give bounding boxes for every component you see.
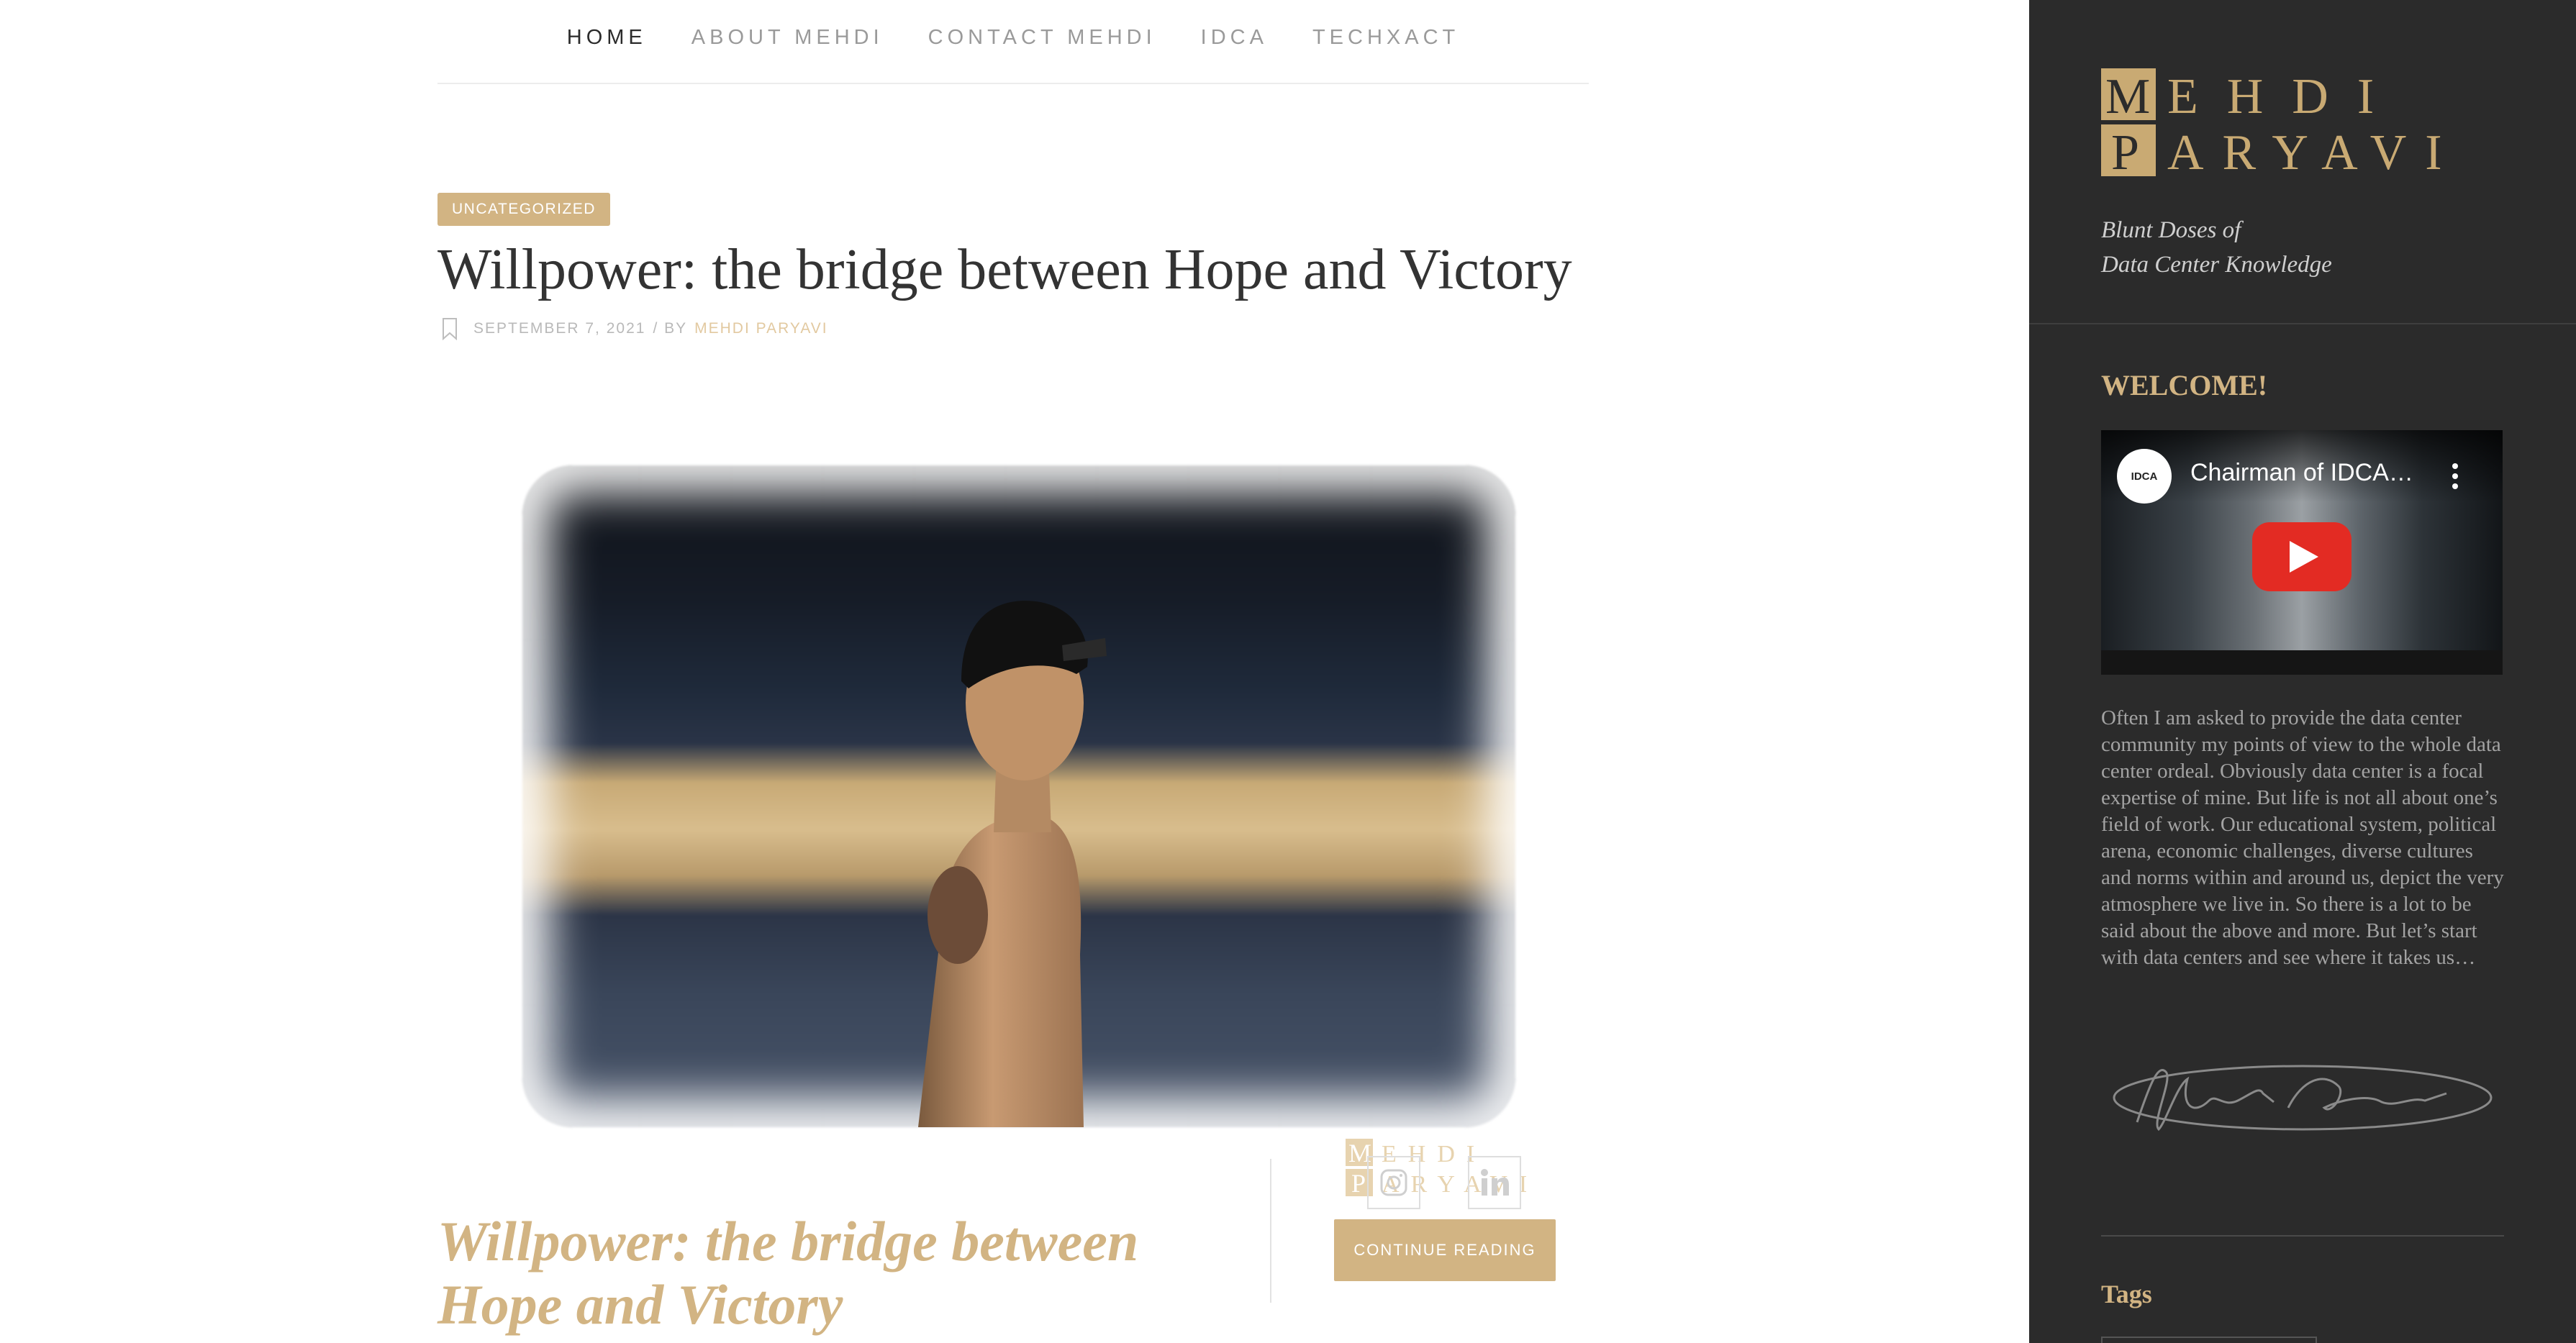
tags-heading: Tags — [2101, 1280, 2152, 1308]
tagline-line-2: Data Center Knowledge — [2101, 252, 2332, 278]
youtube-video-embed[interactable]: IDCA Chairman of IDCA… — [2101, 430, 2503, 675]
post-author-link[interactable]: MEHDI PARYAVI — [694, 320, 827, 337]
sidebar: M P EHDI ARYAVI Blunt Doses of Data Cent… — [2029, 0, 2576, 1343]
svg-text:EHDI: EHDI — [2167, 69, 2403, 124]
more-options-icon[interactable] — [2452, 462, 2458, 491]
post-meta: SEPTEMBER 7, 2021 / BY MEHDI PARYAVI — [442, 317, 828, 340]
svg-text:P: P — [1351, 1169, 1366, 1198]
swimmer-figure — [918, 601, 1107, 1127]
sidebar-divider-2 — [2101, 1235, 2504, 1237]
post-title[interactable]: Willpower: the bridge between Hope and V… — [437, 237, 1572, 303]
nav-item-idca[interactable]: IDCA — [1201, 26, 1268, 50]
site-tagline: Blunt Doses of Data Center Knowledge — [2101, 213, 2332, 282]
top-nav: HOME ABOUT MEHDI CONTACT MEHDI IDCA TECH… — [437, 0, 1589, 84]
site-logo[interactable]: M P EHDI ARYAVI — [2101, 68, 2504, 181]
tag-cloud-box — [2101, 1337, 2317, 1343]
post-date: SEPTEMBER 7, 2021 — [473, 320, 646, 337]
vertical-divider — [1270, 1159, 1271, 1303]
svg-text:ARYAVI: ARYAVI — [2167, 125, 2461, 176]
video-title[interactable]: Chairman of IDCA… — [2190, 459, 2413, 487]
bookmark-icon — [443, 318, 457, 340]
signature-image — [2113, 1065, 2493, 1132]
svg-text:M: M — [2105, 69, 2150, 124]
linkedin-icon — [1481, 1169, 1509, 1196]
svg-text:P: P — [2111, 125, 2139, 176]
post-by: / BY — [653, 320, 688, 337]
continue-reading-button[interactable]: CONTINUE READING — [1334, 1219, 1556, 1281]
channel-avatar[interactable]: IDCA — [2117, 449, 2172, 504]
welcome-heading: WELCOME! — [2101, 369, 2268, 401]
play-button[interactable] — [2252, 522, 2351, 591]
welcome-text: Often I am asked to provide the data cen… — [2101, 706, 2504, 969]
nav-item-techxact[interactable]: TECHXACT — [1312, 26, 1459, 50]
sidebar-divider — [2029, 323, 2576, 324]
category-badge[interactable]: UNCATEGORIZED — [437, 193, 610, 226]
excerpt-title[interactable]: Willpower: the bridge between Hope and V… — [437, 1210, 1258, 1337]
nav-item-about-mehdi[interactable]: ABOUT MEHDI — [691, 26, 884, 50]
nav-item-contact-mehdi[interactable]: CONTACT MEHDI — [928, 26, 1156, 50]
featured-image[interactable] — [515, 379, 1523, 1127]
post-area: UNCATEGORIZED Willpower: the bridge betw… — [437, 84, 1589, 1343]
nav-item-home[interactable]: HOME — [567, 26, 647, 50]
instagram-icon — [1380, 1169, 1407, 1196]
instagram-link[interactable] — [1367, 1156, 1420, 1209]
tagline-line-1: Blunt Doses of — [2101, 217, 2241, 243]
linkedin-link[interactable] — [1468, 1156, 1521, 1209]
